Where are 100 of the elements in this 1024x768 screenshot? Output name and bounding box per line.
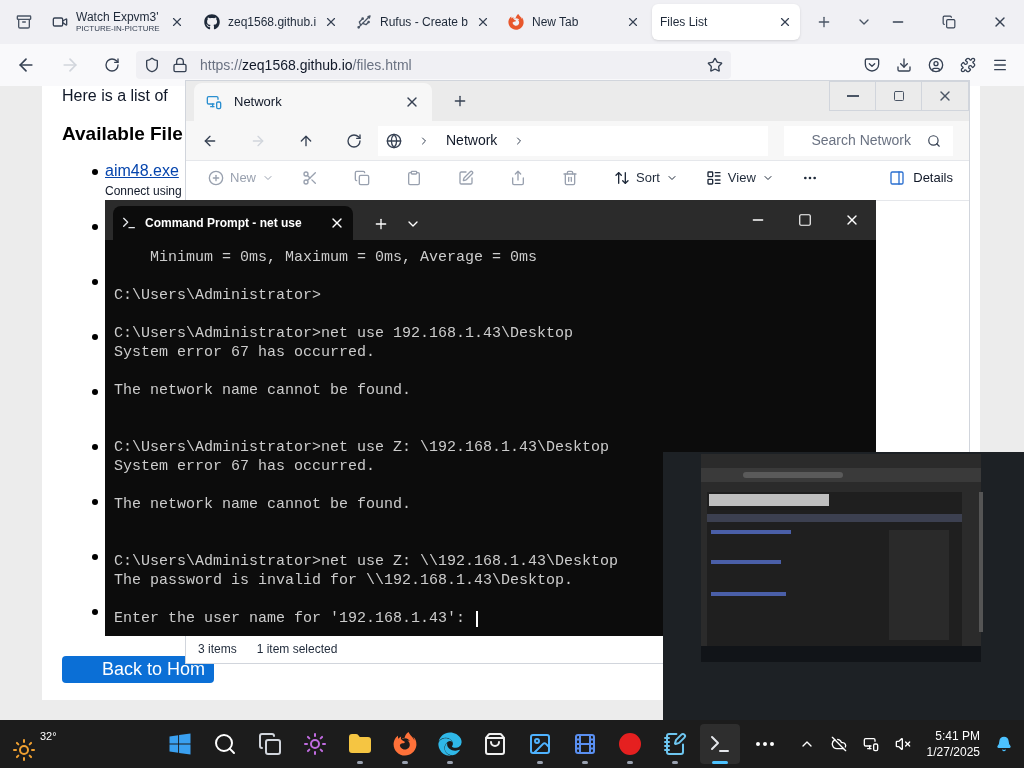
- cloud-off-icon[interactable]: [830, 736, 847, 752]
- close-icon[interactable]: [626, 15, 640, 29]
- url-field[interactable]: https://zeq1568.github.io/files.html: [136, 51, 731, 79]
- details-button[interactable]: Details: [889, 165, 953, 191]
- status-text: 1 item selected: [256, 641, 338, 658]
- address-bar[interactable]: Network: [378, 125, 768, 156]
- lock-icon: [172, 57, 188, 73]
- clock-date[interactable]: 1/27/2025: [926, 744, 980, 760]
- toolbar-button[interactable]: Sort: [608, 165, 684, 191]
- weather-icon[interactable]: [12, 738, 36, 762]
- browser-tab[interactable]: New Tab: [500, 4, 648, 40]
- running-indicator: [671, 761, 678, 764]
- notepad-icon[interactable]: [662, 732, 687, 756]
- sort-icon[interactable]: [614, 170, 630, 186]
- task-view-icon[interactable]: [257, 732, 282, 756]
- list-bullet: [92, 608, 98, 615]
- edge-icon[interactable]: [437, 732, 462, 756]
- terminal-tab[interactable]: Command Prompt - net use: [113, 206, 353, 240]
- github-icon: [204, 14, 220, 30]
- maximize-icon[interactable]: [798, 213, 812, 227]
- account-icon[interactable]: [928, 57, 944, 73]
- search-field[interactable]: Search Network: [784, 125, 953, 156]
- video-camera-icon: [52, 14, 68, 30]
- running-indicator: [536, 761, 543, 764]
- running-indicator: [626, 761, 633, 764]
- folder-icon[interactable]: [347, 732, 372, 756]
- command-prompt-icon: [121, 215, 137, 231]
- menu-icon[interactable]: [992, 57, 1008, 73]
- restore-icon[interactable]: [942, 15, 956, 29]
- details-pane-icon: [889, 170, 906, 186]
- tab-title: Files List: [660, 16, 709, 28]
- running-indicator: [401, 761, 408, 764]
- close-icon[interactable]: [170, 15, 184, 29]
- shield-icon: [144, 57, 160, 73]
- console-line: The network name cannot be found.: [114, 495, 412, 514]
- explorer-tab[interactable]: Network: [194, 83, 432, 121]
- start-icon[interactable]: [167, 732, 192, 756]
- close-icon[interactable]: [778, 15, 792, 29]
- breadcrumb-item[interactable]: Network: [446, 130, 498, 151]
- browser-tab[interactable]: zeq1568.github.i: [196, 4, 344, 40]
- console-line: System error 67 has occurred.: [114, 343, 376, 362]
- taskbar-app[interactable]: [699, 724, 740, 764]
- bookmark-star-icon[interactable]: [707, 57, 723, 73]
- tab-title: Rufus - Create b: [380, 16, 469, 28]
- maximize-icon: [892, 90, 905, 102]
- console-line: The network name cannot be found.: [114, 381, 412, 400]
- list-bullet: [92, 278, 98, 285]
- browser-tab[interactable]: Watch Expvm3' PICTURE-IN-PICTURE: [44, 4, 192, 40]
- browser-tab[interactable]: Rufus - Create b: [348, 4, 496, 40]
- globe-icon: [386, 132, 402, 149]
- record-icon[interactable]: [617, 732, 642, 756]
- console-line: Minimum = 0ms, Maximum = 0ms, Average = 0ms: [149, 248, 538, 267]
- temperature: 32°: [40, 728, 57, 744]
- console-line: C:\Users\Administrator>net use 192.168.1.43\Desktop: [114, 324, 574, 343]
- new-tab-icon[interactable]: [373, 216, 389, 232]
- running-indicator: [356, 761, 363, 764]
- text-cursor: [476, 610, 479, 627]
- list-bullet: [92, 388, 98, 395]
- search-icon[interactable]: [212, 732, 237, 756]
- pocket-icon[interactable]: [864, 57, 880, 73]
- tab-list-icon[interactable]: [16, 14, 32, 30]
- film-icon[interactable]: [572, 732, 597, 756]
- list-bullet: [92, 223, 98, 230]
- tab-title: Network: [234, 93, 283, 112]
- list-bullet: [92, 333, 98, 340]
- view-icon[interactable]: [705, 170, 722, 186]
- running-indicator: [446, 761, 453, 764]
- extensions-icon[interactable]: [960, 57, 976, 73]
- network-icon: [206, 94, 222, 110]
- tab-title: zeq1568.github.i: [228, 16, 317, 28]
- running-indicator: [581, 761, 588, 764]
- console-line: Enter the user name for '192.168.1.43':: [114, 609, 466, 628]
- file-description: Connect using: [105, 182, 182, 200]
- list-bullet: [92, 168, 98, 175]
- notification-icon[interactable]: [996, 736, 1012, 752]
- search-placeholder: Search Network: [810, 131, 912, 150]
- download-icon[interactable]: [896, 57, 912, 73]
- new-tab-icon[interactable]: [452, 93, 468, 109]
- store-icon[interactable]: [482, 732, 507, 756]
- browser-tab[interactable]: Files List: [652, 4, 800, 40]
- firefox-icon[interactable]: [392, 732, 417, 756]
- refresh-icon[interactable]: [346, 132, 362, 149]
- photos-icon[interactable]: [527, 732, 552, 756]
- console-line: C:\Users\Administrator>: [114, 286, 322, 305]
- url-text: https://zeq1568.github.io/files.html: [200, 55, 412, 75]
- tab-title: Command Prompt - net use: [145, 215, 303, 232]
- status-text: 3 items: [198, 641, 237, 658]
- console-line: C:\Users\Administrator>net use Z: \\192.168.1.43\Desktop: [114, 552, 619, 571]
- console-line: The password is invalid for \\192.168.1.43\Desktop.: [114, 571, 574, 590]
- reload-icon[interactable]: [104, 57, 120, 73]
- back-home-button[interactable]: Back to Hom: [62, 655, 214, 683]
- mute-icon[interactable]: [894, 736, 911, 752]
- clock-time[interactable]: 5:41 PM: [935, 728, 980, 744]
- network-icon[interactable]: [862, 736, 879, 752]
- search-icon: [927, 133, 941, 148]
- console-line: System error 67 has occurred.: [114, 457, 376, 476]
- console-line: C:\Users\Administrator>net use Z: \192.168.1.43\Desktop: [114, 438, 610, 457]
- intro-text: Here is a list of: [62, 86, 168, 106]
- toolbar-button[interactable]: View: [699, 165, 780, 191]
- file-link[interactable]: aim48.exe: [105, 160, 182, 181]
